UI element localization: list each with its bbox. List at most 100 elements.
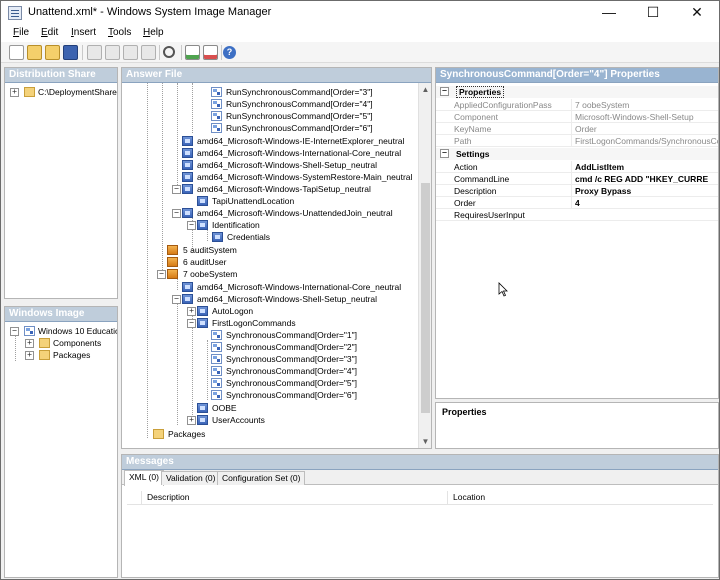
property-row[interactable]: Path FirstLogonCommands/SynchronousComm [436,135,718,147]
tree-row[interactable]: FirstLogonCommands [212,317,296,329]
tree-row[interactable]: amd64_Microsoft-Windows-SystemRestore-Ma… [197,171,412,183]
minimize-button[interactable]: — [587,1,631,25]
tree-row[interactable]: SynchronousCommand[Order="2"] [226,341,357,353]
distribution-share-root[interactable]: C:\DeploymentShare [38,86,117,98]
setting-value[interactable]: cmd /c REG ADD "HKEY_CURRE [571,173,718,185]
menu-file[interactable]: File [13,27,29,38]
collapse-toggle[interactable]: − [172,295,181,304]
property-value: Order [571,123,718,135]
setting-row[interactable]: Description Proxy Bypass [436,185,718,197]
column-description[interactable]: Description [147,491,190,504]
collapse-toggle[interactable]: − [187,221,196,230]
tree-row[interactable]: amd64_Microsoft-Windows-TapiSetup_neutra… [197,183,371,195]
tree-row[interactable]: UserAccounts [212,414,265,426]
tree-row[interactable]: RunSynchronousCommand[Order="3"] [226,86,373,98]
expand-toggle[interactable]: + [25,339,34,348]
settings-group[interactable]: − Settings [436,148,718,160]
tree-row[interactable]: amd64_Microsoft-Windows-UnattendedJoin_n… [197,207,393,219]
properties-group[interactable]: − Properties [436,86,718,98]
collapse-toggle[interactable]: − [440,149,449,158]
setting-row[interactable]: RequiresUserInput [436,209,718,221]
setting-row[interactable]: Action AddListItem [436,161,718,173]
help-icon[interactable]: ? [223,46,236,59]
collapse-toggle[interactable]: − [10,327,19,336]
tree-row[interactable]: amd64_Microsoft-Windows-Shell-Setup_neut… [197,159,377,171]
setting-row[interactable]: Order 4 [436,197,718,209]
tree-row[interactable]: SynchronousCommand[Order="1"] [226,329,357,341]
tree-row[interactable]: SynchronousCommand[Order="5"] [226,377,357,389]
tree-row[interactable]: 5 auditSystem [183,244,237,256]
expand-toggle[interactable]: + [10,88,19,97]
open-folder-icon[interactable] [45,45,60,60]
collapse-toggle[interactable]: − [172,185,181,194]
properties-group-label: Properties [456,86,505,98]
tab-validation[interactable]: Validation (0) [161,471,221,485]
scroll-thumb[interactable] [421,183,430,413]
setting-value[interactable]: Proxy Bypass [571,185,718,197]
collapse-toggle[interactable]: − [187,319,196,328]
close-button[interactable]: ✕ [675,1,719,25]
windows-image-root[interactable]: Windows 10 Educatio [38,325,117,337]
scroll-down-icon[interactable]: ▼ [419,435,432,448]
setting-icon [211,87,222,97]
expand-toggle[interactable]: + [25,351,34,360]
scroll-up-icon[interactable]: ▲ [419,83,432,96]
answer-file-scrollbar[interactable]: ▲ ▼ [418,83,431,448]
windows-image-packages[interactable]: Packages [53,349,90,361]
tree-row[interactable]: Packages [168,428,205,440]
tree-row[interactable]: RunSynchronousCommand[Order="5"] [226,110,373,122]
toolbar-separator [221,45,222,60]
menu-help[interactable]: Help [143,27,164,38]
column-location[interactable]: Location [453,491,485,504]
expand-toggle[interactable]: + [187,307,196,316]
windows-image-components[interactable]: Components [53,337,101,349]
tree-row[interactable]: Identification [212,219,260,231]
cut-icon[interactable] [87,45,102,60]
create-config-icon[interactable] [203,45,218,60]
setting-row[interactable]: CommandLine cmd /c REG ADD "HKEY_CURRE [436,173,718,185]
tree-row[interactable]: 6 auditUser [183,256,226,268]
tree-row[interactable]: amd64_Microsoft-Windows-International-Co… [197,147,401,159]
new-icon[interactable] [9,45,24,60]
tree-row[interactable]: RunSynchronousCommand[Order="4"] [226,98,373,110]
tree-row[interactable]: amd64_Microsoft-Windows-IE-InternetExplo… [197,135,404,147]
tree-row[interactable]: 7 oobeSystem [183,268,237,280]
tree-row[interactable]: RunSynchronousCommand[Order="6"] [226,122,373,134]
pass-icon [167,257,178,267]
menu-edit[interactable]: Edit [41,27,58,38]
delete-icon[interactable] [141,45,156,60]
property-row[interactable]: KeyName Order [436,123,718,135]
find-icon[interactable] [163,46,175,58]
setting-value[interactable]: 4 [571,197,718,209]
save-icon[interactable] [63,45,78,60]
tree-row[interactable]: TapiUnattendLocation [212,195,294,207]
property-row[interactable]: Component Microsoft-Windows-Shell-Setup [436,111,718,123]
menu-tools[interactable]: Tools [108,27,131,38]
collapse-toggle[interactable]: − [172,209,181,218]
tree-connector [177,303,178,425]
tree-row[interactable]: SynchronousCommand[Order="6"] [226,389,357,401]
tree-row-selected[interactable]: SynchronousCommand[Order="4"] [226,365,357,377]
expand-toggle[interactable]: + [187,416,196,425]
tree-row[interactable]: SynchronousCommand[Order="3"] [226,353,357,365]
property-row[interactable]: AppliedConfigurationPass 7 oobeSystem [436,99,718,111]
tree-row[interactable]: AutoLogon [212,305,253,317]
setting-name: RequiresUserInput [454,210,525,220]
collapse-toggle[interactable]: − [157,270,166,279]
setting-name: Description [454,186,497,196]
tree-row[interactable]: OOBE [212,402,237,414]
tree-row[interactable]: amd64_Microsoft-Windows-Shell-Setup_neut… [197,293,377,305]
validate-icon[interactable] [185,45,200,60]
collapse-toggle[interactable]: − [440,87,449,96]
open-icon[interactable] [27,45,42,60]
paste-icon[interactable] [123,45,138,60]
tree-row[interactable]: Credentials [227,231,270,243]
toolbar-separator [159,45,160,60]
menu-insert[interactable]: Insert [71,27,96,38]
tab-xml[interactable]: XML (0) [124,470,164,486]
copy-icon[interactable] [105,45,120,60]
tree-row[interactable]: amd64_Microsoft-Windows-International-Co… [197,281,401,293]
maximize-button[interactable]: ☐ [631,1,675,25]
tab-configuration-set[interactable]: Configuration Set (0) [217,471,306,485]
setting-value[interactable]: AddListItem [571,161,718,173]
